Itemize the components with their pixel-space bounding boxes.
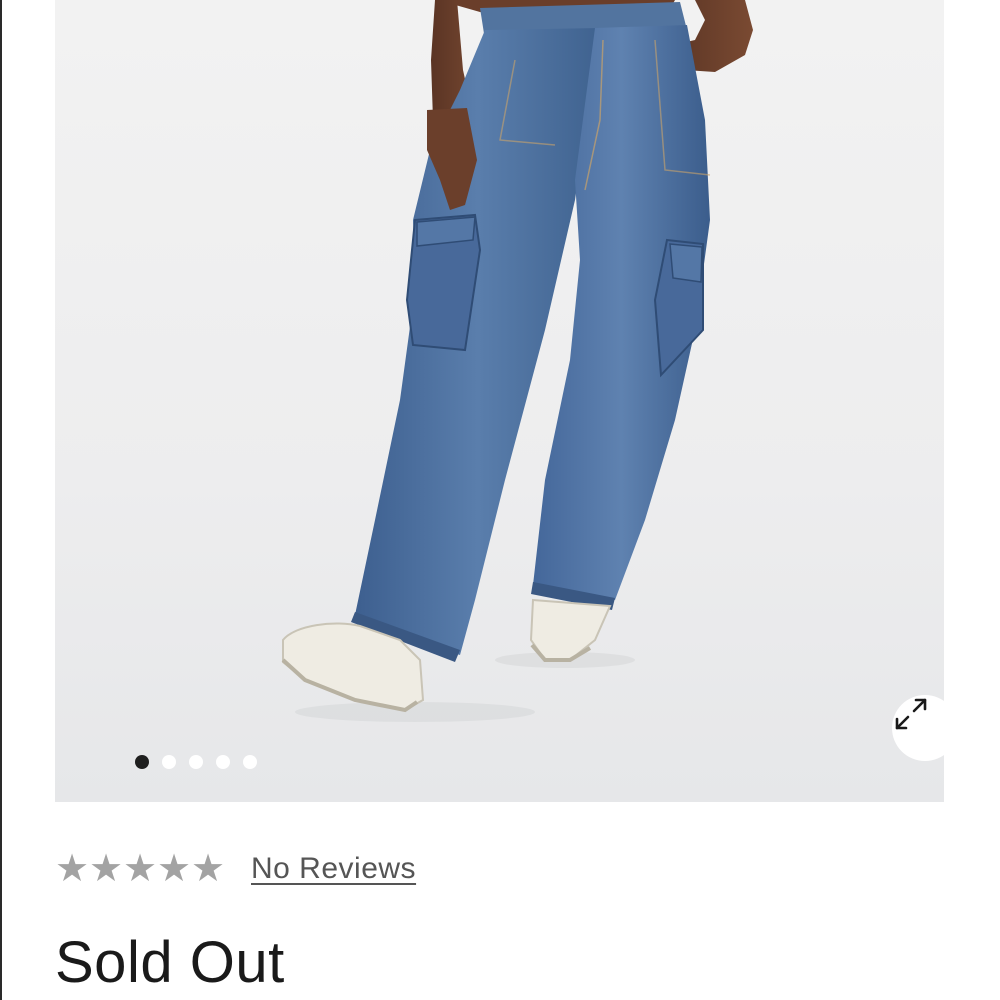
star-icon: ★ [89, 848, 124, 890]
carousel-dots [135, 755, 257, 769]
expand-arrows-icon [895, 698, 927, 730]
jeans-illustration [281, 0, 753, 722]
carousel-dot-4[interactable] [216, 755, 230, 769]
carousel-dot-2[interactable] [162, 755, 176, 769]
rating-row: ★ ★ ★ ★ ★ No Reviews [55, 850, 416, 888]
availability-status: Sold Out [55, 930, 285, 995]
product-image[interactable] [55, 0, 944, 802]
carousel-dot-1[interactable] [135, 755, 149, 769]
star-icon: ★ [191, 848, 226, 890]
star-rating: ★ ★ ★ ★ ★ [55, 848, 226, 890]
product-page: ★ ★ ★ ★ ★ No Reviews Sold Out [0, 0, 1000, 1000]
star-icon: ★ [123, 848, 158, 890]
reviews-link[interactable]: No Reviews [251, 852, 416, 886]
carousel-dot-5[interactable] [243, 755, 257, 769]
carousel-dot-3[interactable] [189, 755, 203, 769]
star-icon: ★ [55, 848, 90, 890]
star-icon: ★ [157, 848, 192, 890]
left-border [0, 0, 2, 1000]
